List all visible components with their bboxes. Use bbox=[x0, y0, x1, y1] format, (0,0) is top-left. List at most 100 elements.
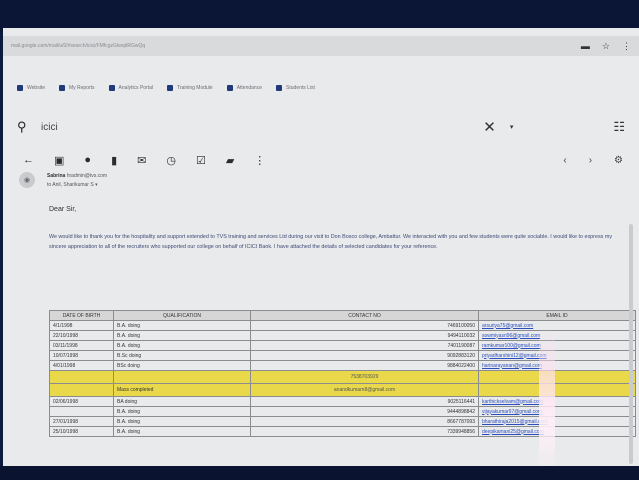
cell-email[interactable]: bharathiraja2015@gmail.com bbox=[478, 416, 636, 427]
column-header: EMAIL ID bbox=[478, 310, 636, 321]
cell-qualification: B.A. doing bbox=[113, 320, 251, 331]
cell-contact: 9025116441 bbox=[250, 396, 479, 407]
sender-header: ◉ Sabrina hradmin@tvs.com to Anil, Shari… bbox=[19, 172, 619, 196]
bookmark-item[interactable]: Training Module bbox=[167, 85, 213, 91]
add-to-tasks-icon[interactable]: ☑ bbox=[196, 154, 206, 167]
cell-contact: 9444898842 bbox=[250, 406, 479, 417]
cell-email[interactable]: priyadharshini12@gmail.com bbox=[478, 350, 636, 361]
browser-window: mail.google.com/mail/u/0/#search/icici/F… bbox=[3, 28, 639, 470]
bookmark-item[interactable]: Attendance bbox=[226, 85, 262, 91]
cell-email[interactable]: deepikamani25@gmail.com bbox=[478, 426, 636, 437]
doc-icon bbox=[167, 85, 174, 91]
monitor-bezel-bottom bbox=[0, 466, 639, 480]
recipient-details[interactable]: to Anil, Sharikumar S ▾ bbox=[47, 182, 98, 188]
cell-dob: 03/11/1998 bbox=[49, 340, 114, 351]
candidates-table: DATE OF BIRTH QUALIFICATION CONTACT NO E… bbox=[49, 310, 636, 437]
table-row: B.A. doing 9444898842 vijayakumar97@gmail.… bbox=[49, 406, 636, 417]
cell-qualification: B.Sc doing bbox=[113, 350, 251, 361]
cell-email[interactable]: arsuriya75@gmail.com bbox=[478, 320, 636, 331]
cell-dob bbox=[49, 370, 114, 384]
search-options-icon[interactable]: ▾ bbox=[510, 123, 514, 131]
email-greeting: Dear Sir, bbox=[49, 206, 77, 213]
calendar-icon bbox=[226, 85, 233, 91]
snooze-icon[interactable]: ◷ bbox=[166, 154, 176, 167]
cell-contact: 9092883120 bbox=[250, 350, 479, 361]
filter-options-icon[interactable]: ☷ bbox=[613, 119, 625, 135]
cell-email bbox=[478, 383, 636, 397]
sender-email: hradmin@tvs.com bbox=[66, 173, 108, 179]
cell-contact: 7469100050 bbox=[250, 320, 479, 331]
cell-qualification: B.A. doing bbox=[113, 406, 251, 417]
avatar[interactable]: ◉ bbox=[19, 172, 35, 188]
table-row: 27/01/1998 B.A. doing 8667787093 bharathira… bbox=[49, 416, 636, 427]
bookmark-star-icon[interactable]: ☆ bbox=[602, 41, 610, 52]
back-arrow-icon[interactable]: ← bbox=[23, 154, 34, 166]
cell-contact: 7339948856 bbox=[250, 426, 479, 437]
bookmark-item[interactable]: Website bbox=[17, 85, 45, 91]
cell-qualification bbox=[113, 370, 251, 384]
table-row: 4/01/1998 BSc doing 9884022400 harinarayana… bbox=[49, 360, 636, 371]
cell-dob: 02/06/1998 bbox=[49, 396, 114, 407]
more-options-icon[interactable]: ⋮ bbox=[254, 154, 265, 167]
cell-email[interactable]: ramkumar100@gmail.com bbox=[478, 340, 636, 351]
cell-dob: 4/01/1998 bbox=[49, 360, 114, 371]
move-to-folder-icon[interactable]: ▰ bbox=[226, 154, 234, 167]
table-body: 4/1/1998 B.A. doing 7469100050 arsuriya75@g… bbox=[49, 320, 636, 437]
cell-dob: 22/10/1998 bbox=[49, 330, 114, 341]
table-row: 22/10/1998 B.A. doing 9494110032 sowmiyasri… bbox=[49, 330, 636, 341]
mail-search-bar: ⚲ ✕ ▾ ☷ bbox=[3, 114, 639, 140]
table-header-row: DATE OF BIRTH QUALIFICATION CONTACT NO E… bbox=[49, 310, 636, 321]
scrollbar[interactable] bbox=[629, 224, 633, 464]
table-row: Mass completed anandkumarn8@gmail.com bbox=[49, 383, 636, 397]
cell-qualification: B.A. doing bbox=[113, 330, 251, 341]
table-row: 25/10/1998 B.A. doing 7339948856 deepikaman… bbox=[49, 426, 636, 437]
next-email-icon[interactable]: › bbox=[589, 155, 592, 166]
extensions-icon[interactable]: ▬ bbox=[581, 41, 590, 52]
archive-icon[interactable]: ▣ bbox=[54, 154, 64, 167]
bookmark-item[interactable]: My Reports bbox=[58, 85, 95, 91]
table-row: 10/07/1998 B.Sc doing 9092883120 priyadhars… bbox=[49, 350, 636, 361]
search-icon[interactable]: ⚲ bbox=[17, 119, 41, 135]
sender-name[interactable]: Sabrina bbox=[47, 173, 65, 179]
cell-email[interactable]: vijayakumar97@gmail.com bbox=[478, 406, 636, 417]
email-body: We would like to thank you for the hospi… bbox=[49, 234, 613, 250]
cell-qualification: Mass completed bbox=[113, 383, 251, 397]
bookmark-item[interactable]: Analytics Portal bbox=[108, 85, 153, 91]
cell-qualification: B.A. doing bbox=[113, 340, 251, 351]
cell-email[interactable]: karthickselvam@gmail.com bbox=[478, 396, 636, 407]
report-spam-icon[interactable]: ● bbox=[84, 154, 91, 166]
report-icon bbox=[58, 85, 65, 91]
mark-unread-icon[interactable]: ✉ bbox=[137, 154, 146, 167]
menu-icon[interactable]: ⋮ bbox=[622, 41, 631, 52]
cell-qualification: BSc doing bbox=[113, 360, 251, 371]
cell-contact: anandkumarn8@gmail.com bbox=[250, 383, 479, 397]
table-row: 7538703929 bbox=[49, 370, 636, 384]
chart-icon bbox=[108, 85, 115, 91]
cell-contact: 9884022400 bbox=[250, 360, 479, 371]
search-input[interactable] bbox=[41, 121, 484, 133]
previous-email-icon[interactable]: ‹ bbox=[563, 155, 566, 166]
delete-icon[interactable]: ▮ bbox=[111, 154, 117, 167]
clear-search-icon[interactable]: ✕ bbox=[483, 118, 496, 136]
cell-qualification: B.A. doing bbox=[113, 426, 251, 437]
cell-dob: 25/10/1998 bbox=[49, 426, 114, 437]
cell-qualification: B.A. doing bbox=[113, 416, 251, 427]
table-row: 02/06/1998 BA doing 9025116441 karthickselv… bbox=[49, 396, 636, 407]
url-text[interactable]: mail.google.com/mail/u/0/#search/icici/F… bbox=[11, 43, 581, 49]
settings-gear-icon[interactable]: ⚙ bbox=[614, 155, 623, 166]
cell-email[interactable]: sowmiyasri96@gmail.com bbox=[478, 330, 636, 341]
address-bar[interactable]: mail.google.com/mail/u/0/#search/icici/F… bbox=[3, 36, 639, 56]
cell-dob: 27/01/1998 bbox=[49, 416, 114, 427]
cell-email[interactable]: harinarayanan@gmail.com bbox=[478, 360, 636, 371]
bookmark-item[interactable]: Students List bbox=[276, 85, 315, 91]
globe-icon bbox=[17, 85, 23, 91]
cell-dob bbox=[49, 383, 114, 397]
cell-contact: 7538703929 bbox=[250, 370, 479, 384]
cell-dob bbox=[49, 406, 114, 417]
cell-contact: 7401190087 bbox=[250, 340, 479, 351]
cell-email bbox=[478, 370, 636, 384]
table-row: 4/1/1998 B.A. doing 7469100050 arsuriya75@g… bbox=[49, 320, 636, 331]
cell-dob: 10/07/1998 bbox=[49, 350, 114, 361]
cell-qualification: BA doing bbox=[113, 396, 251, 407]
column-header: CONTACT NO bbox=[250, 310, 479, 321]
